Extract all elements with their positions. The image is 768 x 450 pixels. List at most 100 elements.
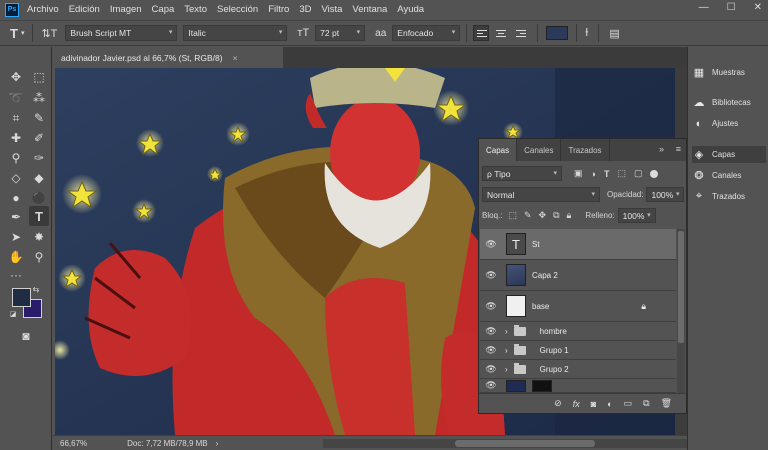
menu-texto[interactable]: Texto <box>184 4 207 15</box>
eyedropper-icon[interactable]: ✎ <box>29 108 49 128</box>
text-color-swatch[interactable] <box>546 26 569 40</box>
chevron-right-icon[interactable]: › <box>505 365 508 374</box>
document-info[interactable]: Doc: 7,72 MB/78,9 MB <box>127 439 207 448</box>
add-mask-icon[interactable]: ◙ <box>591 399 596 409</box>
filter-adjustment-icon[interactable]: ◑ <box>591 169 596 179</box>
swap-colors-icon[interactable]: ⇆ <box>30 283 42 295</box>
font-family-select[interactable]: Brush Script MT ▾ <box>65 25 178 41</box>
lock-position-icon[interactable]: ✥ <box>539 210 547 221</box>
close-icon[interactable]: × <box>233 53 238 63</box>
hand-tool-icon[interactable]: ✋ <box>6 247 26 267</box>
align-center-button[interactable] <box>493 25 509 41</box>
layer-name[interactable]: Grupo 1 <box>540 346 569 355</box>
font-style-select[interactable]: Italic ▾ <box>183 25 288 41</box>
fill-input[interactable]: 100% ▾ <box>617 208 656 223</box>
path-selection-icon[interactable]: ➤ <box>6 227 26 247</box>
layer-name[interactable]: Capa 2 <box>532 271 558 280</box>
layer-row-st[interactable]: 👁︎ T St <box>480 229 676 260</box>
layers-scroll-thumb[interactable] <box>678 231 684 343</box>
eye-icon[interactable]: 👁︎ <box>480 345 502 356</box>
antialias-select[interactable]: Enfocado ▾ <box>392 25 461 41</box>
zoom-tool-icon[interactable]: ⚲ <box>29 247 49 267</box>
type-tool-icon[interactable]: T <box>29 206 49 226</box>
align-left-button[interactable] <box>473 25 490 41</box>
history-brush-icon[interactable]: ✑ <box>29 148 49 168</box>
menu-filtro[interactable]: Filtro <box>268 4 289 15</box>
menu-ayuda[interactable]: Ayuda <box>397 4 424 15</box>
lock-transparent-icon[interactable]: ⬚ <box>508 210 517 221</box>
zoom-level[interactable]: 66,67% <box>60 439 87 448</box>
menu-ventana[interactable]: Ventana <box>352 4 387 15</box>
marquee-tool-icon[interactable]: ⬚ <box>29 67 49 87</box>
menu-edicion[interactable]: Edición <box>69 4 100 15</box>
brush-tool-icon[interactable]: ✐ <box>29 128 49 148</box>
layer-name[interactable]: Grupo 2 <box>540 365 569 374</box>
lock-artboard-icon[interactable]: ⧉ <box>553 210 559 221</box>
move-tool-icon[interactable]: ✥ <box>6 67 26 87</box>
layer-group-hombre[interactable]: 👁︎ › hombre <box>480 322 676 341</box>
blur-tool-icon[interactable]: ● <box>6 188 26 208</box>
filter-toggle-icon[interactable] <box>650 169 659 178</box>
layers-scrollbar[interactable] <box>677 229 685 395</box>
quick-mask-icon[interactable]: ◙ <box>16 326 36 346</box>
lasso-tool-icon[interactable]: ➰ <box>6 88 26 108</box>
horizontal-scrollbar[interactable] <box>323 439 733 448</box>
layer-group-grupo-1[interactable]: 👁︎ › Grupo 1 <box>480 341 676 360</box>
layer-name[interactable]: base <box>532 302 549 311</box>
collapse-panel-icon[interactable]: » <box>659 144 664 154</box>
text-orientation-icon[interactable]: ⇅T <box>41 27 57 40</box>
layer-row-capa-2[interactable]: 👁︎ Capa 2 <box>480 260 676 291</box>
filter-pixel-icon[interactable]: ▣ <box>574 168 583 179</box>
layer-group-grupo-2[interactable]: 👁︎ › Grupo 2 <box>480 360 676 379</box>
dock-ajustes[interactable]: ◐ Ajustes <box>692 115 766 132</box>
eye-icon[interactable]: 👁︎ <box>480 380 502 391</box>
minimize-button[interactable]: — <box>699 2 709 13</box>
text-tool-preset-icon[interactable]: T <box>10 26 18 41</box>
eye-icon[interactable]: 👁︎ <box>480 270 502 281</box>
magic-wand-icon[interactable]: ⁂ <box>29 88 49 108</box>
fx-icon[interactable]: fx <box>573 399 580 409</box>
horizontal-scroll-thumb[interactable] <box>455 440 595 447</box>
maximize-button[interactable]: ☐ <box>727 2 736 13</box>
menu-vista[interactable]: Vista <box>321 4 342 15</box>
link-layers-icon[interactable]: ⊘ <box>554 398 562 409</box>
dock-trazados[interactable]: ⌖ Trazados <box>692 188 766 205</box>
align-right-button[interactable] <box>513 25 529 41</box>
eye-icon[interactable]: 👁︎ <box>480 239 502 250</box>
dock-muestras[interactable]: ▦ Muestras <box>692 64 766 81</box>
chevron-right-icon[interactable]: › <box>505 327 508 336</box>
chevron-right-icon[interactable]: › <box>505 346 508 355</box>
warp-text-icon[interactable]: Ɨ <box>585 27 588 39</box>
layer-row-base[interactable]: 👁︎ base 🔒︎ <box>480 291 676 322</box>
layer-filter-select[interactable]: ρ Tipo ▾ <box>482 166 562 181</box>
blend-mode-select[interactable]: Normal ▾ <box>482 187 600 202</box>
foreground-color-swatch[interactable] <box>12 288 31 307</box>
eraser-icon[interactable]: ◇ <box>6 168 26 188</box>
panel-menu-icon[interactable]: ≡ <box>676 144 681 154</box>
layer-name[interactable]: hombre <box>540 327 567 336</box>
tab-trazados[interactable]: Trazados <box>561 139 610 161</box>
menu-archivo[interactable]: Archivo <box>27 4 59 15</box>
eye-icon[interactable]: 👁︎ <box>480 301 502 312</box>
font-size-select[interactable]: 72 pt ▾ <box>315 25 366 41</box>
close-button[interactable]: ✕ <box>754 2 762 13</box>
eye-icon[interactable]: 👁︎ <box>480 364 502 375</box>
eye-icon[interactable]: 👁︎ <box>480 326 502 337</box>
default-colors-icon[interactable]: ◪ <box>8 309 18 319</box>
character-panel-icon[interactable]: ▤ <box>609 27 619 40</box>
lock-pixels-icon[interactable]: ✎ <box>524 210 532 221</box>
dodge-tool-icon[interactable]: ⚫ <box>29 188 49 208</box>
menu-capa[interactable]: Capa <box>152 4 175 15</box>
document-tab[interactable]: adivinador Javier.psd al 66,7% (St, RGB/… <box>53 47 283 68</box>
adjustment-layer-icon[interactable]: ◐ <box>607 399 612 409</box>
dock-capas[interactable]: ◈ Capas <box>692 146 766 163</box>
chevron-right-icon[interactable]: › <box>216 439 219 448</box>
healing-brush-icon[interactable]: ✚ <box>6 128 26 148</box>
layer-row-partial[interactable]: 👁︎ <box>480 379 676 393</box>
paint-bucket-icon[interactable]: ◆ <box>29 168 49 188</box>
menu-3d[interactable]: 3D <box>299 4 311 15</box>
filter-smart-object-icon[interactable]: ▢ <box>634 168 643 179</box>
tab-canales[interactable]: Canales <box>517 139 562 161</box>
layer-name[interactable]: St <box>532 240 540 249</box>
opacity-input[interactable]: 100% ▾ <box>646 187 685 202</box>
